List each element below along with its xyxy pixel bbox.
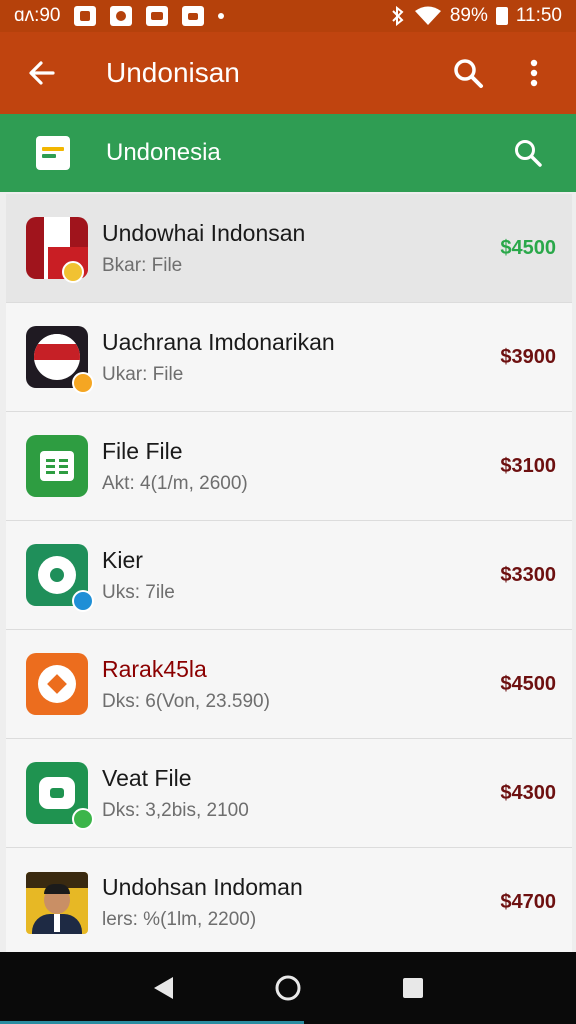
status-left: ɑʌ:90 bbox=[14, 5, 225, 27]
yellow-circle-badge bbox=[62, 261, 84, 283]
item-subtitle: Dks: 6(Von, 23.590) bbox=[102, 690, 270, 712]
item-title: Uachrana Imdonarikan bbox=[102, 328, 335, 355]
item-title: Rarak45la bbox=[102, 655, 207, 682]
notification-dot-icon bbox=[218, 13, 225, 19]
nav-back-button[interactable] bbox=[143, 968, 183, 1008]
item-price: $3900 bbox=[500, 345, 556, 368]
item-subtitle: Akt: 4(1/m, 2600) bbox=[102, 472, 248, 494]
more-vert-icon bbox=[530, 59, 538, 87]
nav-home-button[interactable] bbox=[268, 968, 308, 1008]
overflow-menu-button[interactable] bbox=[514, 53, 554, 93]
item-subtitle: Bkar: File bbox=[102, 254, 183, 276]
item-subtitle: Dks: 3,2bis, 2100 bbox=[102, 799, 249, 821]
green-check-badge bbox=[72, 808, 94, 830]
section-title: Undonesia bbox=[106, 139, 221, 166]
search-icon bbox=[515, 140, 542, 167]
battery-percent: 89% bbox=[449, 5, 488, 26]
search-icon bbox=[454, 59, 483, 88]
orange-diamond-icon bbox=[26, 653, 88, 715]
file-list: Undowhai Indonsan Bkar: File $4500 Uachr… bbox=[6, 194, 572, 952]
status-left-text: ɑʌ:90 bbox=[14, 5, 61, 26]
list-item[interactable]: Undowhai Indonsan Bkar: File $4500 bbox=[6, 194, 572, 303]
green-ring-icon bbox=[26, 544, 94, 612]
back-button[interactable] bbox=[22, 53, 62, 93]
back-triangle-icon bbox=[153, 977, 173, 999]
list-item[interactable]: Veat File Dks: 3,2bis, 2100 $4300 bbox=[6, 739, 572, 848]
item-price: $4300 bbox=[500, 781, 556, 804]
status-right: 89% 11:50 bbox=[390, 5, 562, 27]
blue-check-badge bbox=[72, 590, 94, 612]
list-item[interactable]: Undohsan Indoman lers: %(1lm, 2200) $470… bbox=[6, 848, 572, 952]
document-icon bbox=[36, 136, 70, 170]
item-title: Veat File bbox=[102, 764, 192, 791]
battery-icon bbox=[495, 7, 508, 25]
top-app-bar: Undonisan bbox=[0, 32, 576, 114]
item-price: $4700 bbox=[500, 891, 556, 913]
recents-square-icon bbox=[403, 978, 424, 998]
item-title: Undowhai Indonsan bbox=[102, 219, 306, 246]
item-price: $4500 bbox=[500, 672, 556, 695]
notification-image-icon bbox=[182, 6, 205, 26]
item-price: $3300 bbox=[500, 563, 556, 586]
green-rounded-square-icon bbox=[26, 762, 94, 830]
notification-mail-icon bbox=[146, 6, 169, 26]
list-item[interactable]: Kier Uks: 7ile $3300 bbox=[6, 521, 572, 630]
item-subtitle: Ukar: File bbox=[102, 363, 184, 385]
yellow-check-badge bbox=[72, 372, 94, 394]
section-search-button[interactable] bbox=[508, 133, 548, 173]
list-item[interactable]: Uachrana Imdonarikan Ukar: File $3900 bbox=[6, 303, 572, 412]
home-circle-icon bbox=[275, 975, 301, 1001]
item-title: File File bbox=[102, 437, 183, 464]
status-bar: ɑʌ:90 89% 11:50 bbox=[0, 0, 576, 32]
item-title: Undohsan Indoman bbox=[102, 874, 303, 900]
bluetooth-icon bbox=[392, 6, 404, 26]
notification-phone-icon bbox=[74, 6, 97, 26]
page-title: Undonisan bbox=[106, 57, 240, 88]
item-subtitle: lers: %(1lm, 2200) bbox=[102, 909, 257, 930]
section-bar: Undonesia bbox=[0, 114, 576, 192]
red-white-flag-icon bbox=[26, 217, 88, 283]
portrait-photo-icon bbox=[26, 871, 88, 934]
list-item[interactable]: Rarak45la Dks: 6(Von, 23.590) $4500 bbox=[6, 630, 572, 739]
item-title: Kier bbox=[102, 546, 143, 573]
item-price: $4500 bbox=[500, 236, 556, 259]
item-price: $3100 bbox=[500, 454, 556, 477]
spreadsheet-icon bbox=[26, 435, 88, 497]
item-subtitle: Uks: 7ile bbox=[102, 581, 175, 603]
nav-recents-button[interactable] bbox=[393, 968, 433, 1008]
notification-app-icon bbox=[110, 6, 133, 26]
search-button[interactable] bbox=[448, 53, 488, 93]
system-nav-bar bbox=[0, 952, 576, 1024]
flag-circle-icon bbox=[26, 326, 94, 394]
clock: 11:50 bbox=[515, 5, 562, 26]
wifi-icon bbox=[414, 6, 441, 25]
list-item[interactable]: File File Akt: 4(1/m, 2600) $3100 bbox=[6, 412, 572, 521]
back-arrow-icon bbox=[29, 61, 55, 85]
